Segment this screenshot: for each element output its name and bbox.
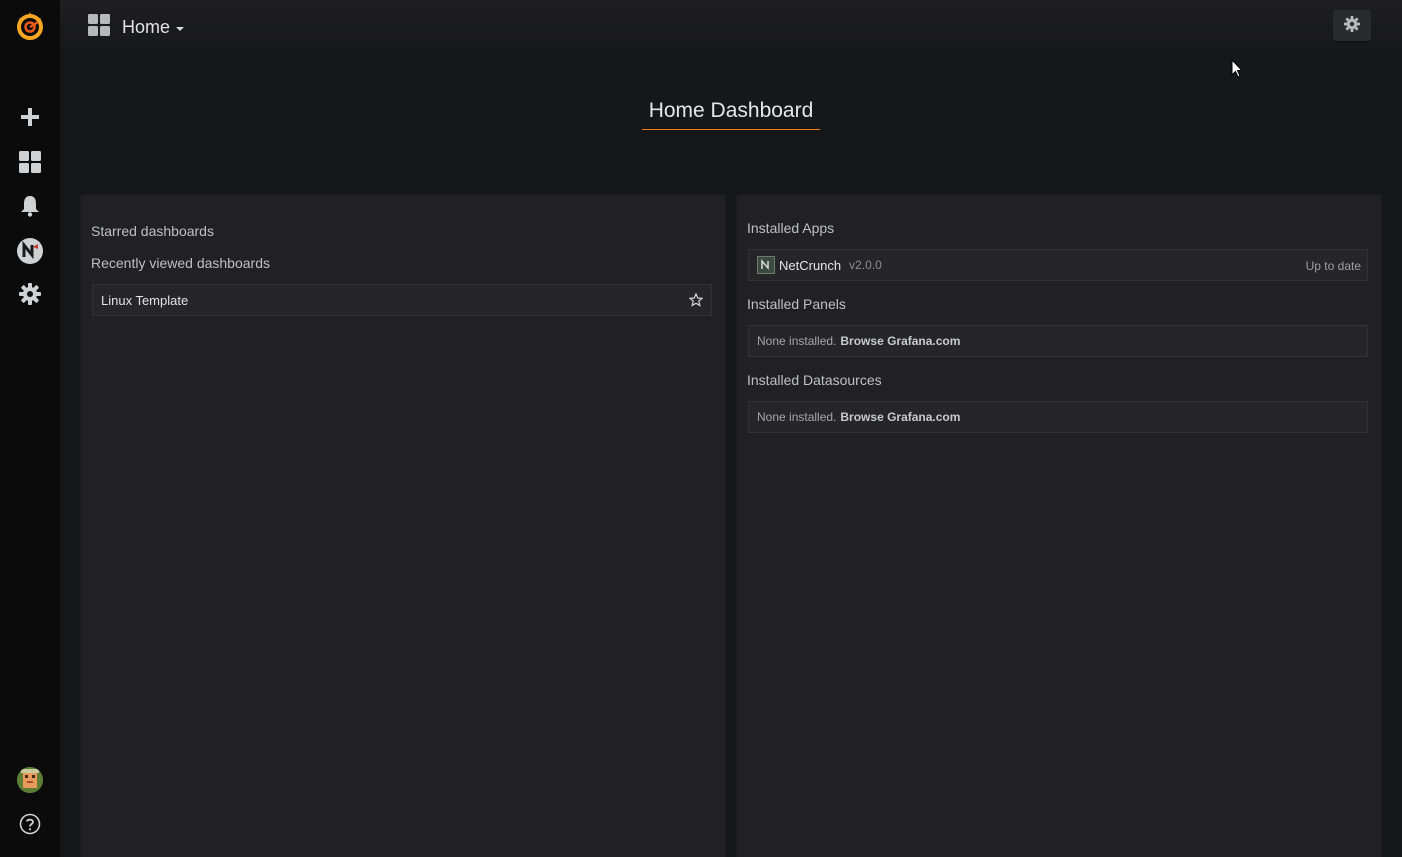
sidebar <box>0 0 60 857</box>
topbar: Home <box>60 0 1402 55</box>
recent-dashboards-heading: Recently viewed dashboards <box>91 255 270 271</box>
dashboard-link[interactable]: Linux Template <box>101 293 188 308</box>
installed-datasources-heading: Installed Datasources <box>747 372 882 388</box>
dashboards-icon[interactable] <box>0 142 60 182</box>
caret-down-icon <box>176 26 185 31</box>
bell-icon[interactable] <box>0 186 60 226</box>
netcrunch-app-icon <box>757 256 775 274</box>
dashboard-settings-button[interactable] <box>1333 10 1371 42</box>
starred-dashboards-heading: Starred dashboards <box>91 223 214 239</box>
gear-icon[interactable] <box>0 274 60 314</box>
star-icon[interactable] <box>688 292 704 310</box>
plugin-list-panel: Installed Apps NetCrunch v2.0.0 Up to da… <box>737 195 1381 857</box>
dashboard-picker[interactable]: Home <box>88 13 185 41</box>
app-version: v2.0.0 <box>849 258 882 272</box>
avatar <box>17 767 43 793</box>
browse-grafana-link[interactable]: Browse Grafana.com <box>840 410 960 424</box>
gear-icon <box>1344 15 1360 37</box>
app-name: NetCrunch <box>779 257 842 273</box>
none-installed-text: None installed. <box>757 334 837 348</box>
grafana-logo-icon[interactable] <box>0 6 60 46</box>
list-item: None installed. Browse Grafana.com <box>748 325 1368 357</box>
dashboard-list-panel: Starred dashboards Recently viewed dashb… <box>81 195 725 857</box>
plus-icon[interactable] <box>0 97 60 137</box>
list-item[interactable]: NetCrunch v2.0.0 Up to date <box>748 249 1368 281</box>
mouse-cursor-icon <box>1231 58 1244 84</box>
help-icon[interactable] <box>0 804 60 844</box>
list-item: None installed. Browse Grafana.com <box>748 401 1368 433</box>
browse-grafana-link[interactable]: Browse Grafana.com <box>840 334 960 348</box>
installed-apps-heading: Installed Apps <box>747 220 835 236</box>
dashboards-icon <box>88 13 110 41</box>
netcrunch-icon[interactable] <box>0 231 60 271</box>
page-title: Home Dashboard <box>642 99 820 130</box>
app-status: Up to date <box>1305 259 1361 273</box>
dashboard-picker-label: Home <box>122 16 171 37</box>
none-installed-text: None installed. <box>757 410 837 424</box>
list-item[interactable]: Linux Template <box>92 284 712 316</box>
installed-panels-heading: Installed Panels <box>747 296 846 312</box>
user-avatar[interactable] <box>0 760 60 800</box>
